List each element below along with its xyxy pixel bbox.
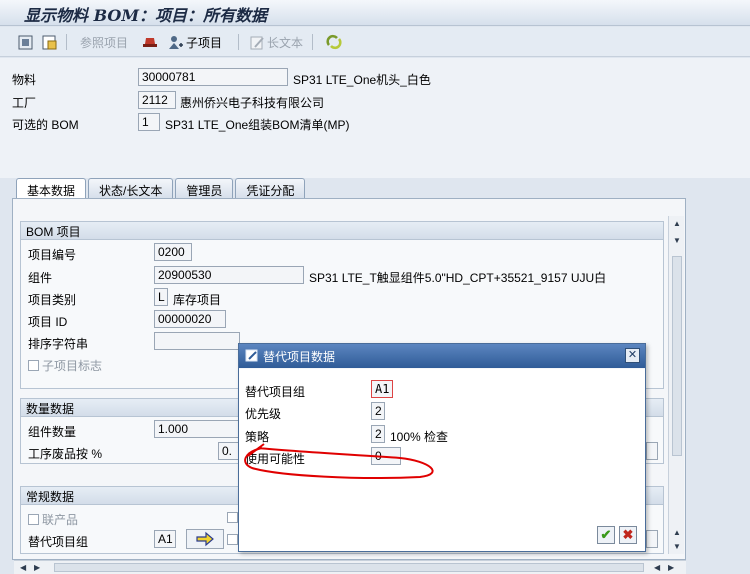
red-annotation-scribble <box>244 443 434 479</box>
